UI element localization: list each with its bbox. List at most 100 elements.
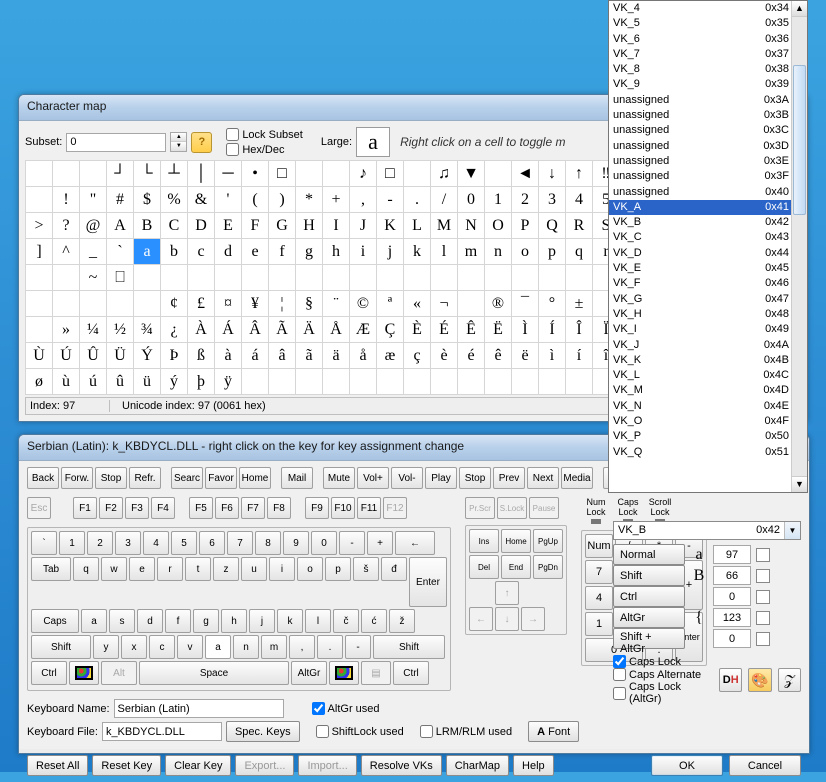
key-s[interactable]: s: [109, 609, 135, 633]
charmap-cell[interactable]: J: [350, 213, 377, 239]
charmap-cell[interactable]: ¯: [512, 291, 539, 317]
charmap-cell[interactable]: i: [350, 239, 377, 265]
charmap-cell[interactable]: ë: [512, 343, 539, 369]
charmap-cell[interactable]: ½: [107, 317, 134, 343]
charmap-cell[interactable]: ã: [296, 343, 323, 369]
shiftstate-flag[interactable]: [756, 590, 770, 604]
charmap-cell[interactable]: [26, 291, 53, 317]
key-[interactable]: -: [345, 635, 371, 659]
charmap-cell[interactable]: ]: [26, 239, 53, 265]
media-key-searc[interactable]: Searc: [171, 467, 203, 489]
resolvevks-button[interactable]: Resolve VKs: [361, 755, 442, 776]
charmap-cell[interactable]: &: [188, 187, 215, 213]
key-[interactable]: ž: [389, 609, 415, 633]
charmap-cell[interactable]: M: [431, 213, 458, 239]
charmap-cell[interactable]: ê: [485, 343, 512, 369]
prscr-key[interactable]: Pr.Scr: [465, 497, 495, 519]
charmap-cell[interactable]: q: [566, 239, 593, 265]
key-[interactable]: đ: [381, 557, 407, 581]
charmap-cell[interactable]: %: [161, 187, 188, 213]
charmap-cell[interactable]: [53, 265, 80, 291]
charmap-cell[interactable]: [485, 265, 512, 291]
vk-list-item[interactable]: VK_N0x4E: [609, 399, 807, 414]
charmap-cell[interactable]: ─: [215, 161, 242, 187]
charmap-cell[interactable]: E: [215, 213, 242, 239]
charmap-cell[interactable]: ¿: [161, 317, 188, 343]
charmap-cell[interactable]: o: [512, 239, 539, 265]
key-caps[interactable]: Caps: [31, 609, 79, 633]
charmap-cell[interactable]: p: [539, 239, 566, 265]
charmap-cell[interactable]: è: [431, 343, 458, 369]
vk-list-item[interactable]: VK_J0x4A: [609, 338, 807, 353]
vk-list-item[interactable]: unassigned0x40: [609, 185, 807, 200]
vk-list-item[interactable]: VK_M0x4D: [609, 383, 807, 398]
lrm-checkbox[interactable]: LRM/RLM used: [420, 725, 512, 738]
arrow-key[interactable]: ↑: [495, 581, 519, 605]
help-icon[interactable]: ?: [191, 132, 212, 153]
charmap-cell[interactable]: !: [53, 187, 80, 213]
media-key-stop[interactable]: Stop: [459, 467, 491, 489]
charmap-cell[interactable]: ¦: [269, 291, 296, 317]
help-button[interactable]: Help: [513, 755, 554, 776]
key-[interactable]: `: [31, 531, 57, 555]
vk-list-item[interactable]: unassigned0x3B: [609, 108, 807, 123]
charmap-cell[interactable]: [215, 265, 242, 291]
import-button[interactable]: Import...: [298, 755, 356, 776]
enter-key[interactable]: Enter: [409, 557, 447, 607]
shiftlock-checkbox[interactable]: ShiftLock used: [316, 725, 404, 738]
charmap-cell[interactable]: û: [107, 369, 134, 395]
charmap-cell[interactable]: P: [512, 213, 539, 239]
charmap-cell[interactable]: É: [431, 317, 458, 343]
charmap-cell[interactable]: ▼: [458, 161, 485, 187]
key-d[interactable]: d: [137, 609, 163, 633]
charmap-cell[interactable]: ,: [350, 187, 377, 213]
charmap-cell[interactable]: ú: [80, 369, 107, 395]
key-k[interactable]: k: [277, 609, 303, 633]
kb-name-input[interactable]: [114, 699, 284, 718]
key-[interactable]: š: [353, 557, 379, 581]
charmap-cell[interactable]: F: [242, 213, 269, 239]
media-key-forw[interactable]: Forw.: [61, 467, 93, 489]
f10-key[interactable]: F10: [331, 497, 355, 519]
charmap-cell[interactable]: «: [404, 291, 431, 317]
spin-down-icon[interactable]: ▼: [171, 142, 186, 151]
key-alt[interactable]: Alt: [101, 661, 137, 685]
vk-list-item[interactable]: VK_A0x41: [609, 200, 807, 215]
key-[interactable]: ć: [361, 609, 387, 633]
charmap-cell[interactable]: Q: [539, 213, 566, 239]
key-t[interactable]: t: [185, 557, 211, 581]
altgr-used-checkbox[interactable]: AltGr used: [312, 702, 380, 715]
key-2[interactable]: 2: [87, 531, 113, 555]
f9-key[interactable]: F9: [305, 497, 329, 519]
charmap-cell[interactable]: □: [377, 161, 404, 187]
key-h[interactable]: h: [221, 609, 247, 633]
charmap-cell[interactable]: d: [215, 239, 242, 265]
charmap-cell[interactable]: [566, 265, 593, 291]
charmap-cell[interactable]: C: [161, 213, 188, 239]
charmap-cell[interactable]: ß: [188, 343, 215, 369]
charmap-cell[interactable]: [485, 161, 512, 187]
resetkey-button[interactable]: Reset Key: [92, 755, 161, 776]
vk-list-item[interactable]: VK_40x34: [609, 1, 807, 16]
vk-list-item[interactable]: VK_E0x45: [609, 261, 807, 276]
key-n[interactable]: n: [233, 635, 259, 659]
charmap-cell[interactable]: +: [323, 187, 350, 213]
vk-list-item[interactable]: unassigned0x3F: [609, 169, 807, 184]
deadkey-dh-button[interactable]: DH: [719, 668, 742, 692]
charmap-cell[interactable]: □: [269, 161, 296, 187]
media-key-stop[interactable]: Stop: [95, 467, 127, 489]
key-f[interactable]: f: [165, 609, 191, 633]
shiftstate-shift-button[interactable]: Shift: [613, 565, 685, 586]
charmap-cell[interactable]: [377, 265, 404, 291]
key-shift[interactable]: Shift: [373, 635, 445, 659]
charmap-cell[interactable]: þ: [188, 369, 215, 395]
charmap-cell[interactable]: Á: [215, 317, 242, 343]
key-tab[interactable]: Tab: [31, 557, 71, 581]
f7-key[interactable]: F7: [241, 497, 265, 519]
f1-key[interactable]: F1: [73, 497, 97, 519]
charmap-cell[interactable]: Ë: [485, 317, 512, 343]
charmap-cell[interactable]: Ì: [512, 317, 539, 343]
charmap-cell[interactable]: H: [296, 213, 323, 239]
vk-list-item[interactable]: VK_50x35: [609, 16, 807, 31]
charmap-cell[interactable]: [242, 369, 269, 395]
